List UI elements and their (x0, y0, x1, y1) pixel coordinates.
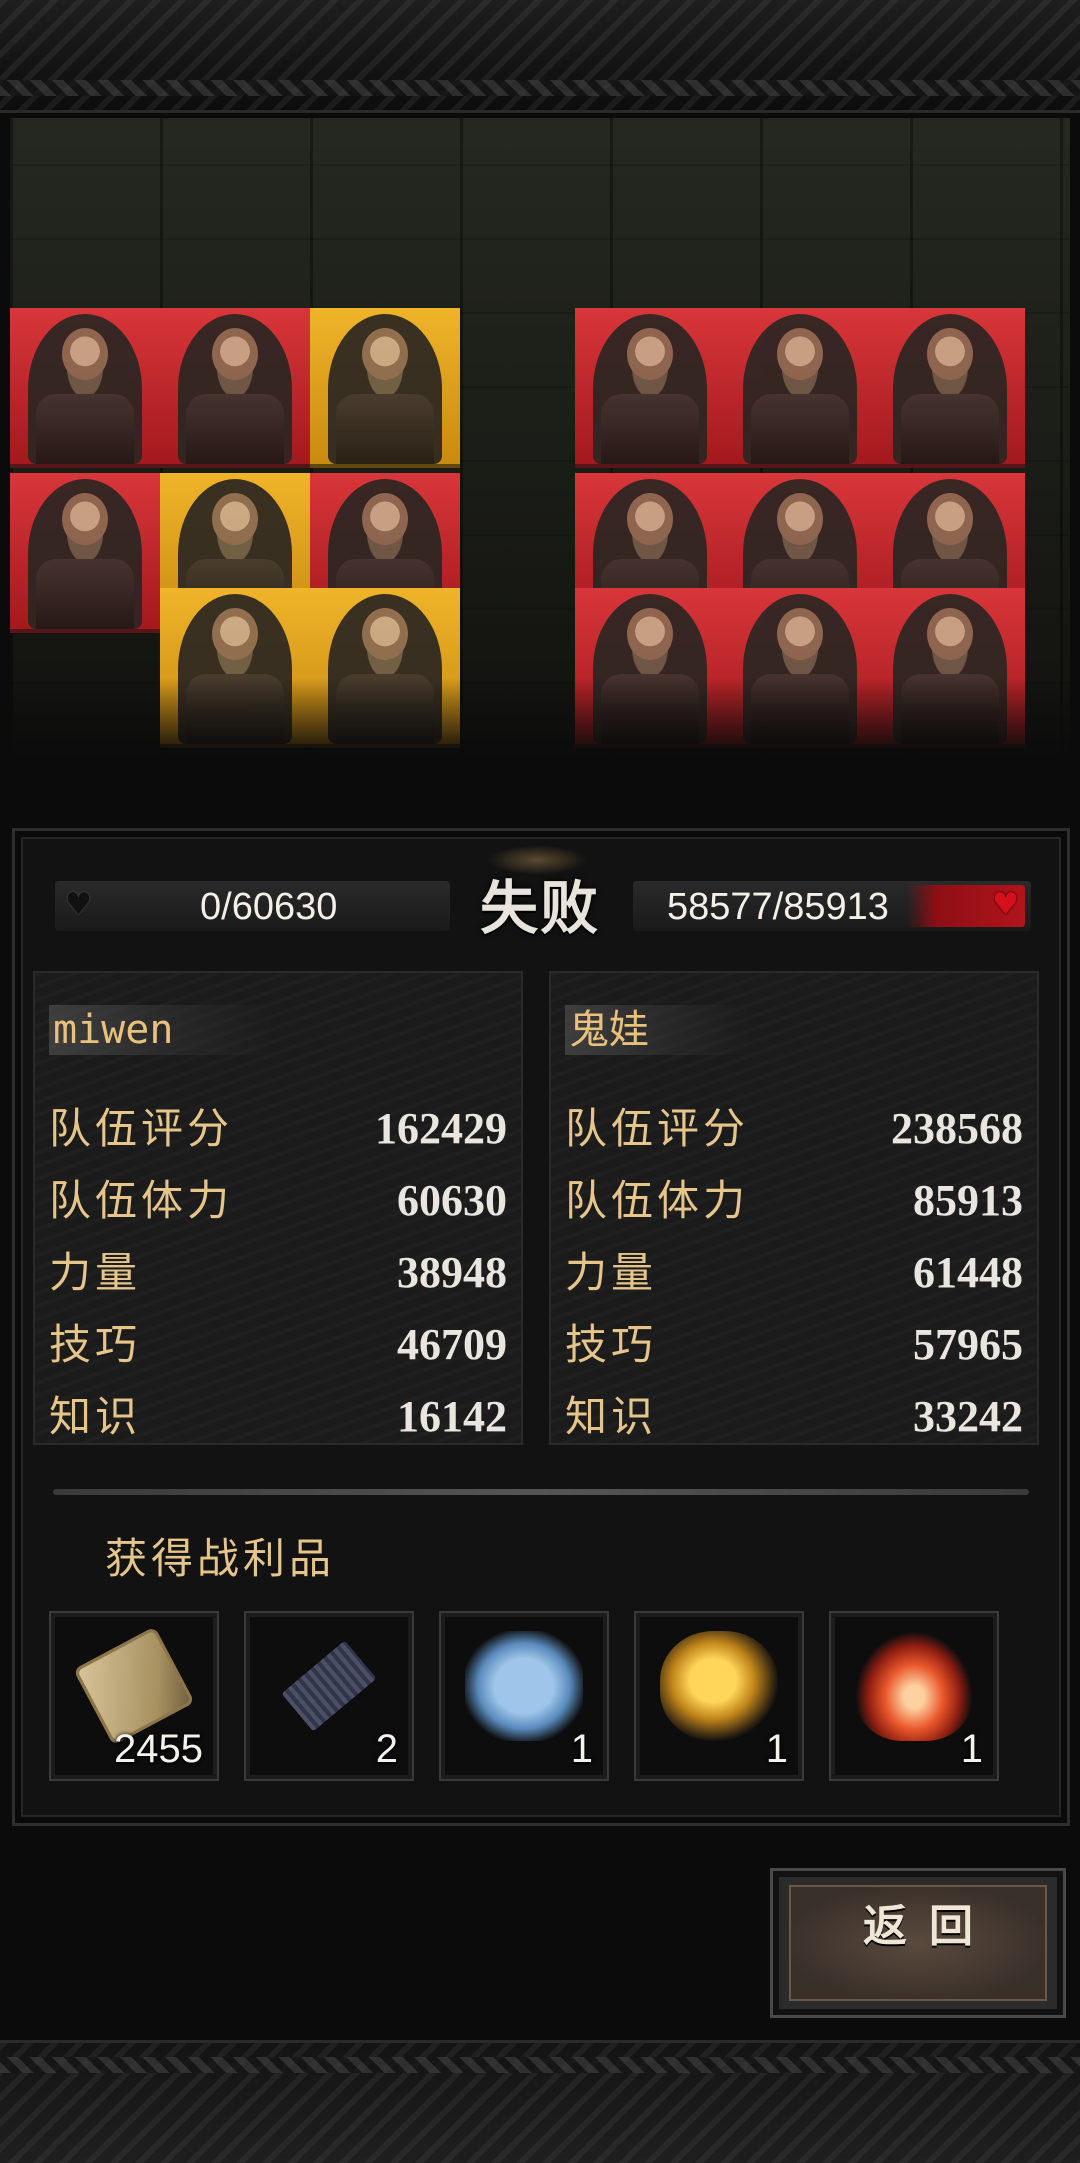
scene-fade (10, 678, 1070, 758)
right-team-hp-bar: 58577/85913 ♥ (633, 881, 1031, 931)
loot-quantity: 1 (960, 1727, 983, 1771)
hero-portrait (743, 314, 857, 464)
stat-label: 队伍评分 (49, 1104, 234, 1153)
stat-label: 力量 (49, 1248, 142, 1297)
hero-card[interactable] (160, 308, 310, 468)
stat-value: 162429 (375, 1104, 507, 1153)
stat-value: 16142 (397, 1392, 507, 1441)
left-team-hp-text: 0/60630 (200, 886, 338, 928)
flame-gem-icon (855, 1631, 973, 1741)
right-team-stats-card: 鬼娃 队伍评分 238568 队伍体力 85913 力量 61448 技巧 57… (549, 971, 1039, 1445)
hero-card[interactable] (725, 308, 875, 468)
loot-quantity: 1 (570, 1727, 593, 1771)
loot-slot[interactable]: 2 (244, 1611, 414, 1781)
heart-icon: ♥ (65, 887, 92, 922)
stat-value: 238568 (891, 1104, 1023, 1153)
battle-result-panel: ♥ 0/60630 失败 58577/85913 ♥ miwen 队伍评分 16… (12, 828, 1070, 1826)
stat-label: 知识 (49, 1392, 142, 1441)
hero-card[interactable] (10, 308, 160, 468)
hero-portrait (593, 314, 707, 464)
stat-label: 力量 (565, 1248, 658, 1297)
stat-row: 队伍评分 238568 (565, 1099, 1023, 1159)
battle-result-label: 失败 (455, 845, 625, 945)
hero-card[interactable] (875, 308, 1025, 468)
stat-row: 知识 33242 (565, 1387, 1023, 1447)
stat-row: 队伍体力 85913 (565, 1171, 1023, 1231)
stat-label: 知识 (565, 1392, 658, 1441)
loot-quantity: 2 (375, 1727, 398, 1771)
stat-value: 33242 (913, 1392, 1023, 1441)
stat-row: 技巧 57965 (565, 1315, 1023, 1375)
top-ornament (0, 0, 1080, 113)
stat-value: 60630 (397, 1176, 507, 1225)
stat-label: 队伍体力 (565, 1176, 750, 1225)
hero-portrait (28, 314, 142, 464)
blueprint-icon (281, 1640, 377, 1732)
loot-slot[interactable]: 1 (439, 1611, 609, 1781)
battle-scene (10, 118, 1070, 758)
stat-row: 队伍评分 162429 (49, 1099, 507, 1159)
bottom-ornament (0, 2040, 1080, 2163)
hero-card[interactable] (310, 308, 460, 468)
stat-label: 技巧 (565, 1320, 658, 1369)
return-button-label: 返回 (863, 1901, 995, 1952)
panel-divider (53, 1489, 1029, 1495)
loot-quantity: 1 (765, 1727, 788, 1771)
stat-row: 队伍体力 60630 (49, 1171, 507, 1231)
hero-card[interactable] (10, 473, 160, 633)
right-team-formation (575, 118, 1070, 758)
stat-value: 85913 (913, 1176, 1023, 1225)
crystal-icon (465, 1631, 583, 1741)
left-team-hp-bar: ♥ 0/60630 (55, 881, 450, 931)
hero-portrait (28, 479, 142, 629)
stat-value: 61448 (913, 1248, 1023, 1297)
stat-label: 队伍体力 (49, 1176, 234, 1225)
hero-card[interactable] (575, 308, 725, 468)
hero-portrait (328, 314, 442, 464)
stat-row: 力量 61448 (565, 1243, 1023, 1303)
stat-label: 技巧 (49, 1320, 142, 1369)
loot-slot[interactable]: 1 (829, 1611, 999, 1781)
stat-value: 57965 (913, 1320, 1023, 1369)
left-team-name: miwen (49, 1005, 274, 1055)
right-team-name: 鬼娃 (565, 1005, 749, 1055)
return-button[interactable]: 返回 (770, 1868, 1066, 2018)
stat-label: 队伍评分 (565, 1104, 750, 1153)
stat-row: 力量 38948 (49, 1243, 507, 1303)
stat-row: 技巧 46709 (49, 1315, 507, 1375)
heart-icon: ♥ (992, 887, 1019, 922)
left-team-formation (10, 118, 510, 758)
loot-slot[interactable]: 1 (634, 1611, 804, 1781)
stat-value: 38948 (397, 1248, 507, 1297)
left-team-stats-card: miwen 队伍评分 162429 队伍体力 60630 力量 38948 技巧… (33, 971, 523, 1445)
right-team-hp-text: 58577/85913 (667, 886, 889, 928)
loot-quantity: 2455 (114, 1727, 203, 1771)
hero-portrait (178, 314, 292, 464)
loot-title: 获得战利品 (105, 1534, 336, 1583)
hero-portrait (893, 314, 1007, 464)
stat-value: 46709 (397, 1320, 507, 1369)
gold-nugget-icon (660, 1631, 778, 1741)
stat-row: 知识 16142 (49, 1387, 507, 1447)
loot-slot[interactable]: 2455 (49, 1611, 219, 1781)
